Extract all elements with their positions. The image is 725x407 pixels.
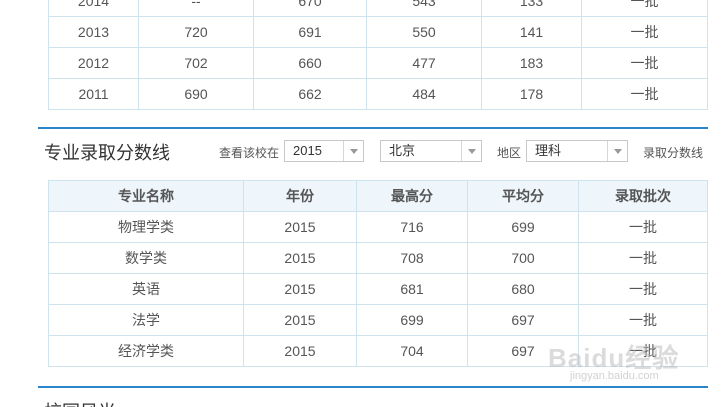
column-header: 专业名称 [48,180,244,212]
table-cell: 690 [138,78,254,110]
major-name-cell: 数学类 [48,242,244,274]
column-header: 录取批次 [578,180,708,212]
table-cell: 477 [366,47,482,79]
major-name-cell: 法学 [48,304,244,336]
filter-label: 查看该校在 [219,146,280,160]
max-score-cell: 704 [356,335,468,367]
max-score-cell: 699 [356,304,468,336]
avg-score-cell: 680 [467,273,579,305]
major-name-cell: 经济学类 [48,335,244,367]
table-cell: 141 [481,16,582,48]
table-cell: 691 [253,16,367,48]
table-cell: 484 [366,78,482,110]
table-cell: 702 [138,47,254,79]
table-cell: 178 [481,78,582,110]
table-cell: 2011 [48,78,139,110]
chevron-down-icon [607,141,627,161]
column-header: 年份 [243,180,357,212]
section-title: 校园风光 [44,398,116,407]
avg-score-cell: 699 [467,211,579,243]
batch-cell: 一批 [578,211,708,243]
column-header: 平均分 [467,180,579,212]
chevron-down-icon [343,141,363,161]
section-divider [38,386,708,388]
major-name-cell: 英语 [48,273,244,305]
table-row: 法学 2015 699 697 一批 [48,304,708,336]
table-cell: 一批 [581,47,708,79]
table-cell: 720 [138,16,254,48]
table-cell: 183 [481,47,582,79]
province-select[interactable]: 北京 [380,140,482,162]
watermark-url: jingyan.baidu.com [570,370,659,382]
table-cell: 550 [366,16,482,48]
region-label: 地区 [497,146,522,160]
batch-cell: 一批 [578,304,708,336]
max-score-cell: 708 [356,242,468,274]
subject-select[interactable]: 理科 [526,140,628,162]
table-cell: 543 [366,0,482,17]
avg-score-cell: 697 [467,304,579,336]
avg-score-cell: 700 [467,242,579,274]
section-title: 专业录取分数线 [44,143,170,163]
table-row: 英语 2015 681 680 一批 [48,273,708,305]
table-cell: 662 [253,78,367,110]
subject-select-value: 理科 [535,143,562,158]
table-cell: 2012 [48,47,139,79]
year-cell: 2015 [243,242,357,274]
year-cell: 2015 [243,304,357,336]
table-row: 2013 720 691 550 141 一批 [48,16,708,48]
table-row: 物理学类 2015 716 699 一批 [48,211,708,243]
table-row: 2012 702 660 477 183 一批 [48,47,708,79]
table-row: 2014 -- 670 543 133 一批 [48,0,708,17]
year-score-table: 2014 -- 670 543 133 一批 2013 720 691 550 … [48,0,708,110]
table-header-row: 专业名称 年份 最高分 平均分 录取批次 [48,180,708,212]
batch-cell: 一批 [578,242,708,274]
table-cell: 2013 [48,16,139,48]
year-select[interactable]: 2015 [284,140,364,162]
year-select-value: 2015 [293,143,322,158]
major-name-cell: 物理学类 [48,211,244,243]
table-cell: 133 [481,0,582,17]
year-cell: 2015 [243,211,357,243]
table-cell: 2014 [48,0,139,17]
table-cell: 一批 [581,78,708,110]
column-header: 最高分 [356,180,468,212]
section-divider [38,127,708,129]
year-cell: 2015 [243,273,357,305]
suffix-label: 录取分数线 [643,146,704,160]
province-select-value: 北京 [389,143,416,158]
max-score-cell: 716 [356,211,468,243]
chevron-down-icon [461,141,481,161]
table-cell: -- [138,0,254,17]
table-cell: 660 [253,47,367,79]
max-score-cell: 681 [356,273,468,305]
table-cell: 670 [253,0,367,17]
table-cell: 一批 [581,16,708,48]
table-row: 数学类 2015 708 700 一批 [48,242,708,274]
table-cell: 一批 [581,0,708,17]
year-cell: 2015 [243,335,357,367]
batch-cell: 一批 [578,273,708,305]
table-row: 2011 690 662 484 178 一批 [48,78,708,110]
